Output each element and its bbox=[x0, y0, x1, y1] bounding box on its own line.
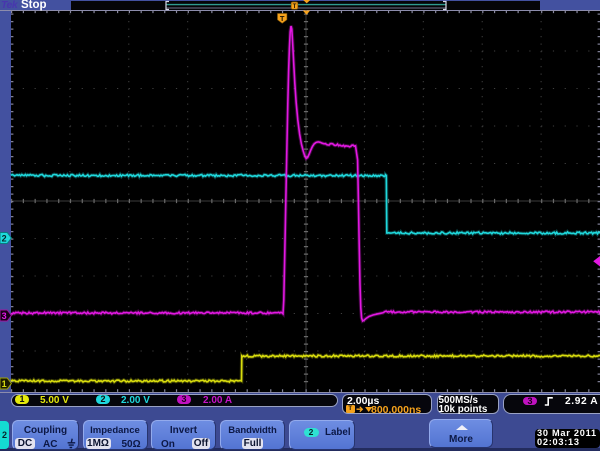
svg-text:T: T bbox=[280, 14, 285, 23]
svg-text:3: 3 bbox=[2, 311, 7, 321]
svg-text:2: 2 bbox=[2, 233, 7, 243]
svg-text:1: 1 bbox=[2, 379, 7, 389]
